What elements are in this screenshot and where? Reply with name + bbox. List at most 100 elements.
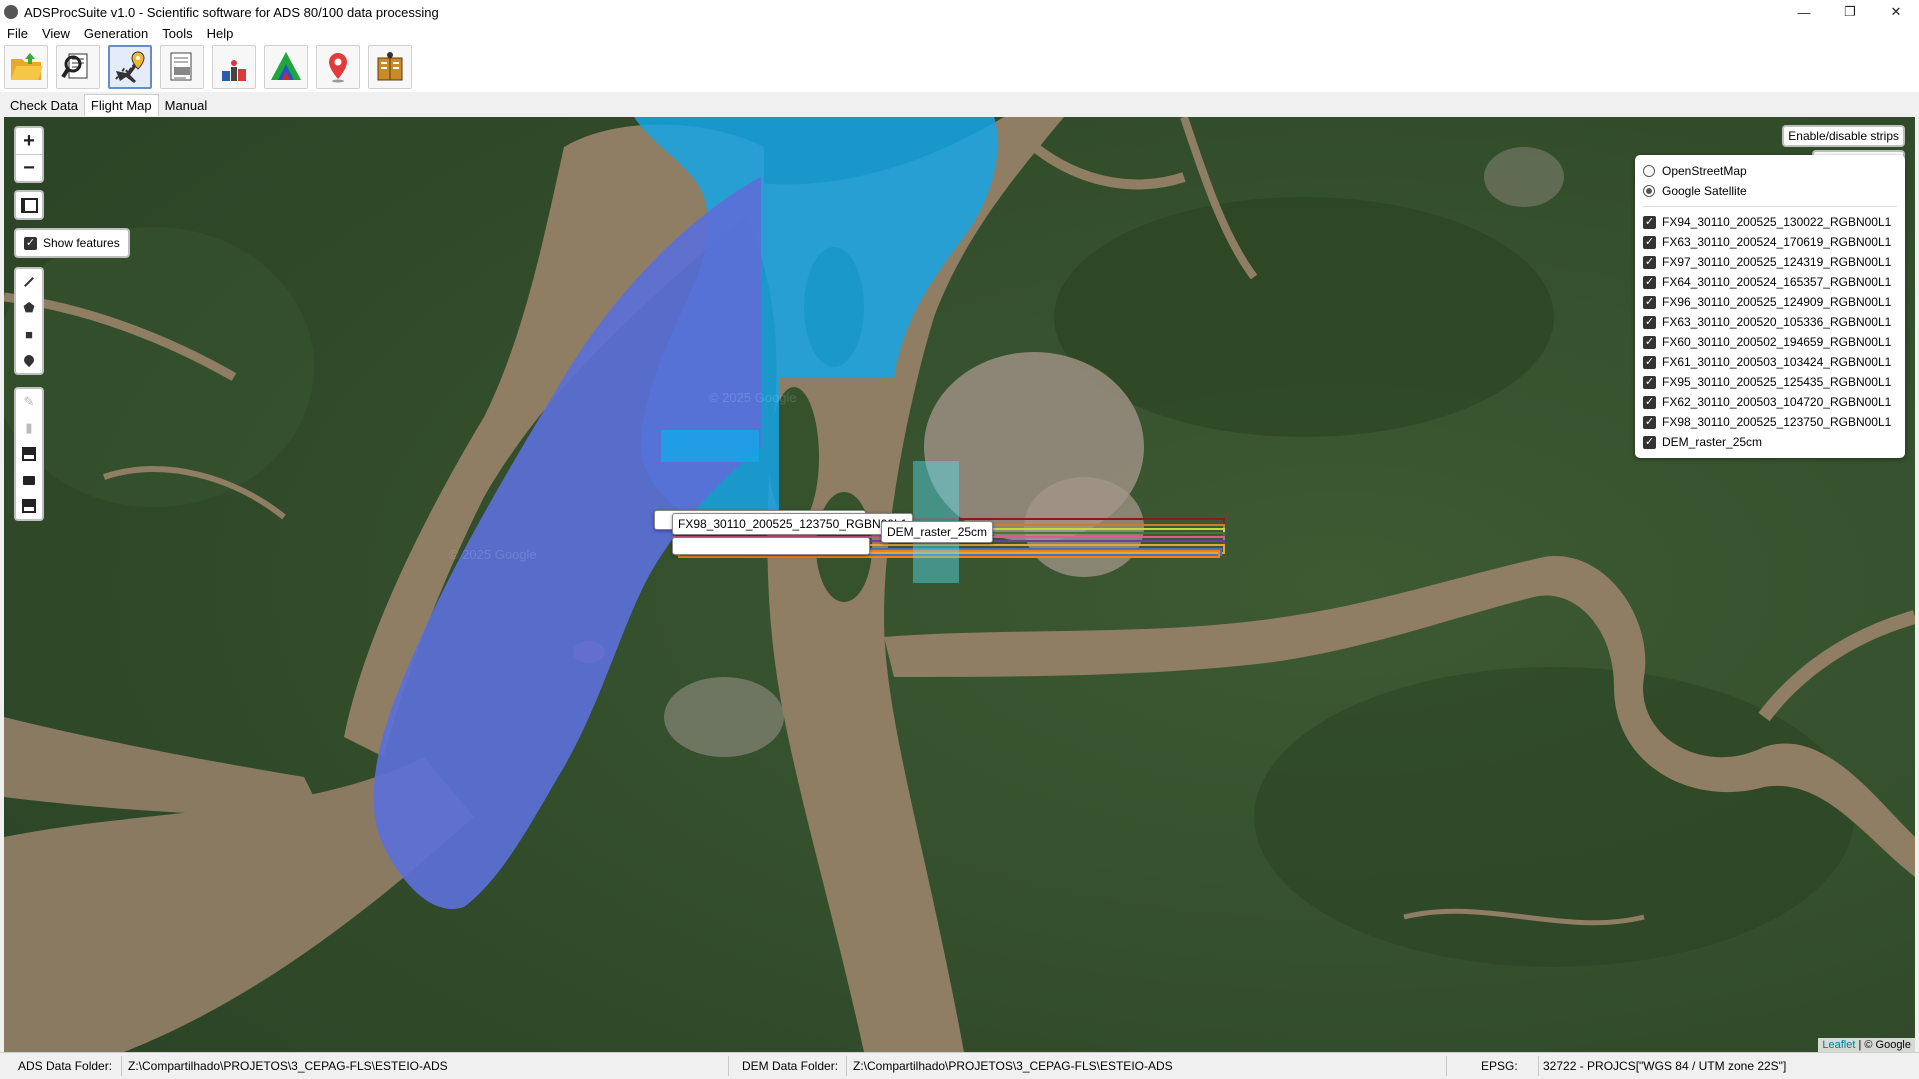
menu-view[interactable]: View bbox=[35, 26, 77, 41]
folder-open-icon bbox=[23, 475, 35, 485]
toolbar bbox=[0, 42, 1919, 92]
checkbox-icon: ✓ bbox=[1643, 375, 1656, 389]
overlay-layer-item[interactable]: ✓ FX98_30110_200525_123750_RGBN00L1 bbox=[1643, 412, 1897, 432]
checkbox-icon: ✓ bbox=[1643, 215, 1656, 229]
overlay-layer-label: FX96_30110_200525_124909_RGBN00L1 bbox=[1662, 295, 1892, 309]
show-features-toggle[interactable]: ✓ Show features bbox=[14, 228, 130, 258]
overlay-layer-item[interactable]: ✓ FX95_30110_200525_125435_RGBN00L1 bbox=[1643, 372, 1897, 392]
menu-bar: File View Generation Tools Help bbox=[0, 24, 1919, 42]
edit-icon: ✎ bbox=[23, 394, 35, 409]
status-divider bbox=[121, 1056, 122, 1076]
overlay-layer-item[interactable]: ✓ FX63_30110_200524_170619_RGBN00L1 bbox=[1643, 232, 1897, 252]
fullscreen-button[interactable] bbox=[14, 190, 44, 220]
epsg-label: EPSG: bbox=[1481, 1059, 1518, 1073]
checkbox-icon: ✓ bbox=[24, 236, 37, 250]
map-pin-icon bbox=[329, 53, 347, 83]
strip-tooltip: FX98_30110_200525_123750_RGBN00L1 bbox=[672, 513, 914, 535]
overlay-layer-label: FX97_30110_200525_124319_RGBN00L1 bbox=[1662, 255, 1892, 269]
satellite-basemap bbox=[4, 117, 1915, 1052]
zoom-out-button[interactable]: − bbox=[16, 154, 42, 181]
ads-folder-value: Z:\Compartilhado\PROJETOS\3_CEPAG-FLS\ES… bbox=[128, 1059, 448, 1073]
menu-tools[interactable]: Tools bbox=[155, 26, 199, 41]
maximize-button[interactable]: ❐ bbox=[1827, 0, 1873, 24]
overlay-layer-item[interactable]: ✓ FX97_30110_200525_124319_RGBN00L1 bbox=[1643, 252, 1897, 272]
basemap-google-satellite[interactable]: Google Satellite bbox=[1643, 181, 1897, 201]
overlay-layer-label: FX98_30110_200525_123750_RGBN00L1 bbox=[1662, 415, 1892, 429]
flight-map-icon bbox=[115, 51, 145, 83]
basemap-label: Google Satellite bbox=[1662, 184, 1747, 198]
enable-disable-strips-button[interactable]: Enable/disable strips bbox=[1782, 125, 1905, 147]
statistics-button[interactable] bbox=[212, 45, 256, 89]
radio-icon bbox=[1643, 185, 1655, 197]
checkbox-icon: ✓ bbox=[1643, 415, 1656, 429]
checkbox-icon: ✓ bbox=[1643, 435, 1656, 449]
inspect-data-button[interactable] bbox=[56, 45, 100, 89]
dem-generation-button[interactable] bbox=[264, 45, 308, 89]
log-report-button[interactable] bbox=[160, 45, 204, 89]
tab-check-data[interactable]: Check Data bbox=[4, 95, 84, 116]
zoom-control: + − bbox=[14, 126, 44, 183]
export-button[interactable] bbox=[16, 493, 42, 519]
overlay-layer-item[interactable]: ✓ FX61_30110_200503_103424_RGBN00L1 bbox=[1643, 352, 1897, 372]
map-watermark: © 2025 Google bbox=[449, 547, 537, 562]
menu-file[interactable]: File bbox=[0, 26, 35, 41]
overlay-layer-item[interactable]: ✓ FX94_30110_200525_130022_RGBN00L1 bbox=[1643, 212, 1897, 232]
edit-layers-button[interactable]: ✎ bbox=[16, 389, 42, 415]
draw-polyline-button[interactable] bbox=[16, 269, 42, 295]
dem-folder-value: Z:\Compartilhado\PROJETOS\3_CEPAG-FLS\ES… bbox=[853, 1059, 1173, 1073]
overlay-layer-item[interactable]: ✓ FX63_30110_200520_105336_RGBN00L1 bbox=[1643, 312, 1897, 332]
open-folder-button[interactable] bbox=[4, 45, 48, 89]
overlay-layer-item[interactable]: ✓ FX64_30110_200524_165357_RGBN00L1 bbox=[1643, 272, 1897, 292]
attribution-text: | © Google bbox=[1855, 1039, 1911, 1051]
checkbox-icon: ✓ bbox=[1643, 395, 1656, 409]
checkbox-icon: ✓ bbox=[1643, 355, 1656, 369]
tab-manual[interactable]: Manual bbox=[159, 95, 214, 116]
menu-help[interactable]: Help bbox=[200, 26, 241, 41]
leaflet-link[interactable]: Leaflet bbox=[1822, 1039, 1855, 1051]
layers-separator bbox=[1643, 206, 1897, 207]
manual-button[interactable] bbox=[368, 45, 412, 89]
draw-polygon-button[interactable]: ⬟ bbox=[16, 295, 42, 321]
overlay-layer-label: FX64_30110_200524_165357_RGBN00L1 bbox=[1662, 275, 1892, 289]
basemap-openstreetmap[interactable]: OpenStreetMap bbox=[1643, 161, 1897, 181]
close-button[interactable]: ✕ bbox=[1873, 0, 1919, 24]
zoom-in-button[interactable]: + bbox=[16, 128, 42, 154]
fullscreen-icon bbox=[20, 197, 38, 213]
radio-icon bbox=[1643, 165, 1655, 177]
location-button[interactable] bbox=[316, 45, 360, 89]
overlay-layer-label: FX94_30110_200525_130022_RGBN00L1 bbox=[1662, 215, 1892, 229]
inspect-data-icon bbox=[61, 53, 88, 79]
status-divider bbox=[728, 1056, 729, 1076]
status-bar: ADS Data Folder: Z:\Compartilhado\PROJET… bbox=[0, 1052, 1919, 1079]
polygon-icon: ⬟ bbox=[23, 300, 35, 315]
flight-map[interactable]: © 2025 Google © 2025 Google + − ✓ Show f… bbox=[4, 117, 1915, 1052]
chart-icon bbox=[222, 60, 246, 81]
overlay-layer-item[interactable]: ✓ FX96_30110_200525_124909_RGBN00L1 bbox=[1643, 292, 1897, 312]
tab-flight-map[interactable]: Flight Map bbox=[83, 94, 159, 116]
delete-layers-button[interactable]: ▮ bbox=[16, 415, 42, 441]
draw-marker-button[interactable] bbox=[16, 347, 42, 373]
overlay-layer-item[interactable]: ✓ FX62_30110_200503_104720_RGBN00L1 bbox=[1643, 392, 1897, 412]
overlay-list: ✓ FX94_30110_200525_130022_RGBN00L1 ✓ FX63_… bbox=[1643, 212, 1897, 452]
overlay-layer-item[interactable]: ✓ DEM_raster_25cm bbox=[1643, 432, 1897, 452]
dem-folder-label: DEM Data Folder: bbox=[742, 1059, 839, 1073]
menu-generation[interactable]: Generation bbox=[77, 26, 155, 41]
checkbox-icon: ✓ bbox=[1643, 255, 1656, 269]
title-bar: ADSProcSuite v1.0 - Scientific software … bbox=[0, 0, 1919, 24]
save-button[interactable] bbox=[16, 441, 42, 467]
overlay-layer-label: FX95_30110_200525_125435_RGBN00L1 bbox=[1662, 375, 1892, 389]
checkbox-icon: ✓ bbox=[1643, 295, 1656, 309]
draw-toolbar: ⬟ ■ bbox=[14, 267, 44, 375]
draw-rectangle-button[interactable]: ■ bbox=[16, 321, 42, 347]
save-icon bbox=[22, 447, 36, 461]
overlay-layer-item[interactable]: ✓ FX60_30110_200502_194659_RGBN00L1 bbox=[1643, 332, 1897, 352]
app-icon bbox=[4, 5, 18, 19]
open-file-button[interactable] bbox=[16, 467, 42, 493]
log-report-icon bbox=[170, 52, 192, 81]
open-folder-icon bbox=[11, 53, 43, 80]
flight-map-button[interactable] bbox=[108, 45, 152, 89]
map-attribution: Leaflet | © Google bbox=[1818, 1038, 1915, 1052]
trash-icon: ▮ bbox=[25, 420, 33, 435]
marker-icon bbox=[21, 352, 37, 368]
minimize-button[interactable]: — bbox=[1781, 0, 1827, 24]
